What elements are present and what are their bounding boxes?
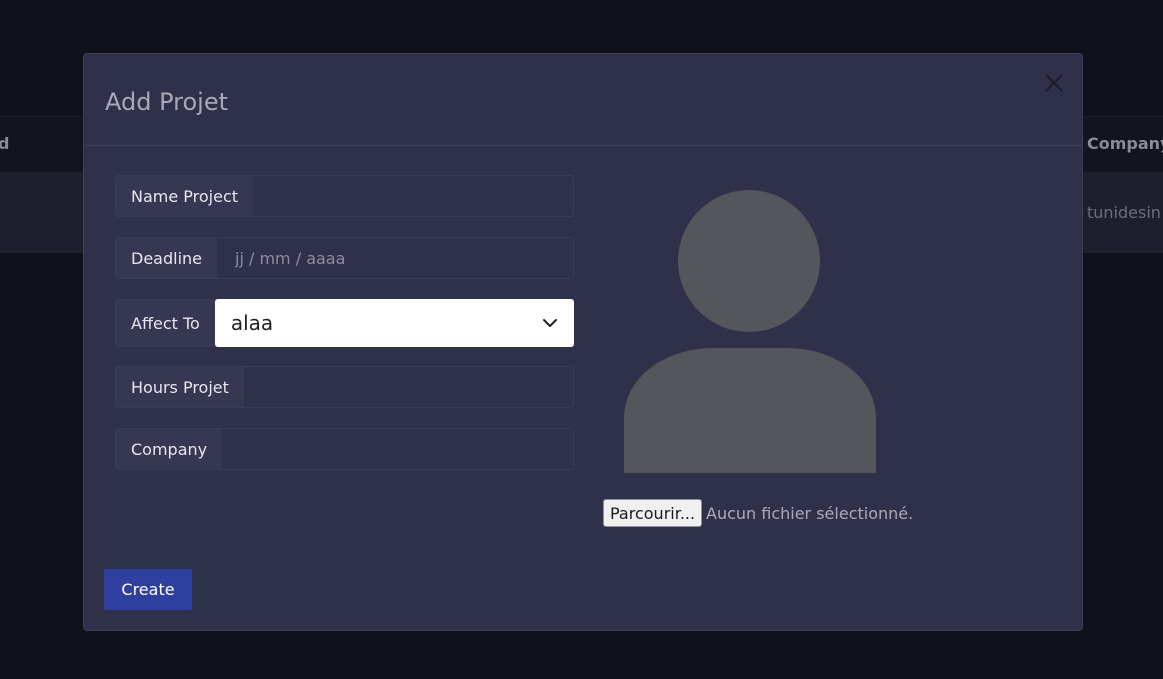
company-input[interactable]	[222, 429, 573, 469]
table-header-partial: d	[0, 134, 10, 153]
affect-to-selected-value: alaa	[230, 311, 274, 335]
company-group: Company	[115, 428, 574, 470]
name-project-input[interactable]	[253, 176, 573, 216]
deadline-group: Deadline	[115, 237, 574, 279]
hours-projet-input[interactable]	[243, 367, 573, 407]
table-cell-company: tunidesin	[1087, 203, 1161, 222]
hours-projet-group: Hours Projet	[115, 366, 574, 408]
deadline-input[interactable]	[217, 238, 573, 278]
create-button[interactable]: Create	[104, 569, 192, 610]
file-status-text: Aucun fichier sélectionné.	[706, 504, 914, 523]
deadline-label: Deadline	[116, 238, 217, 278]
modal-header: Add Projet	[84, 54, 1082, 146]
user-placeholder-icon	[624, 190, 876, 473]
add-project-modal: Add Projet Name Project Deadline Affect …	[83, 53, 1083, 631]
affect-to-label: Affect To	[116, 300, 215, 346]
hours-projet-label: Hours Projet	[116, 367, 244, 407]
name-project-label: Name Project	[116, 176, 254, 216]
table-header-company: Company	[1087, 134, 1163, 153]
name-project-group: Name Project	[115, 175, 574, 217]
chevron-down-icon	[543, 319, 557, 327]
close-button[interactable]	[1042, 71, 1066, 95]
browse-file-button[interactable]: Parcourir...	[603, 499, 703, 527]
company-label: Company	[116, 429, 223, 469]
affect-to-select[interactable]: alaa	[214, 299, 574, 347]
close-icon	[1045, 74, 1063, 92]
affect-to-group: Affect To alaa	[115, 299, 574, 347]
modal-title: Add Projet	[105, 88, 229, 116]
